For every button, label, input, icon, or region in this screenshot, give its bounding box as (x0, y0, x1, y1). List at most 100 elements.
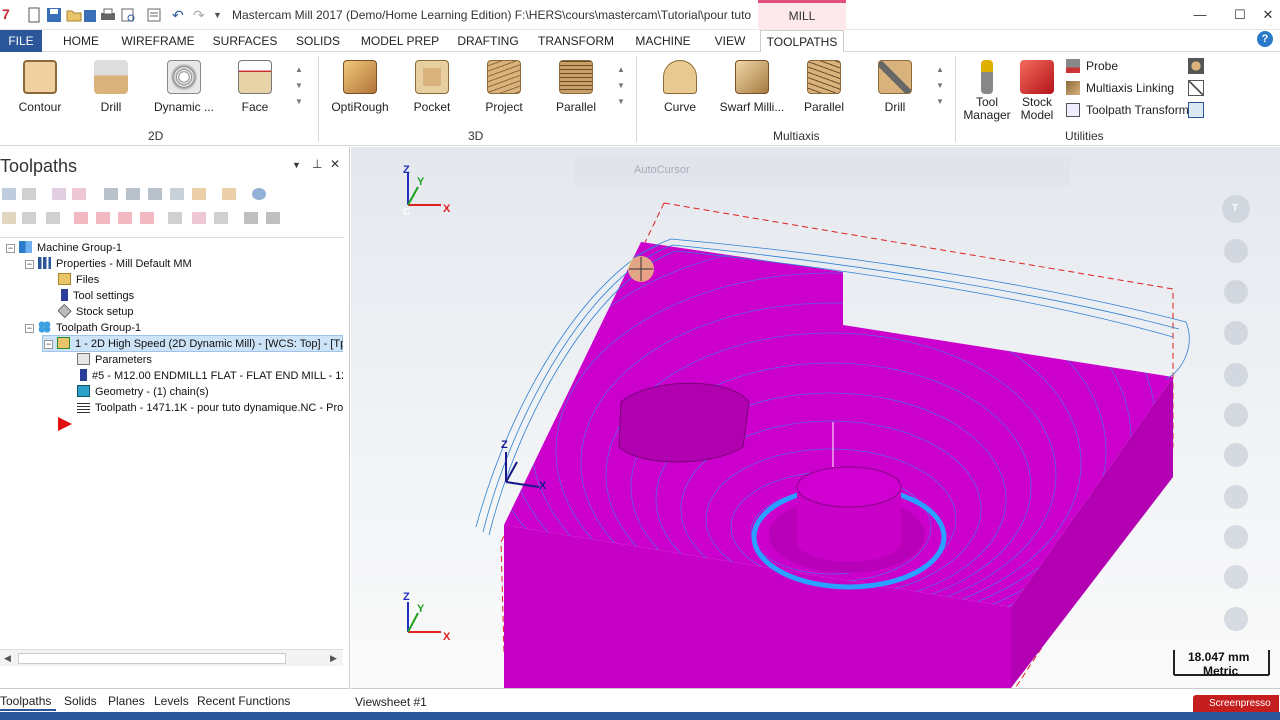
tab-levels-manager[interactable]: Levels (154, 694, 189, 708)
collapse-icon[interactable] (244, 212, 258, 224)
tab-transform[interactable]: TRANSFORM (534, 30, 618, 52)
tab-toolpaths[interactable]: TOOLPATHS (760, 30, 844, 53)
undo-icon[interactable]: ↶ (172, 7, 188, 23)
parallel-multiaxis-button[interactable]: Parallel (796, 60, 852, 114)
parallel-3d-button[interactable]: Parallel (546, 60, 606, 114)
tree-node-tool[interactable]: #5 - M12.00 ENDMILL1 FLAT - FLAT END MIL… (77, 368, 343, 384)
lock-icon[interactable] (2, 212, 16, 224)
tree-node-stock-setup[interactable]: Stock setup (58, 304, 133, 320)
tab-solids[interactable]: SOLIDS (290, 30, 346, 52)
tab-wireframe[interactable]: WIREFRAME (118, 30, 198, 52)
util-extra-icon-1[interactable] (1188, 58, 1204, 74)
display-selected-icon[interactable] (192, 212, 206, 224)
scroll-to-arrow-icon[interactable] (140, 212, 154, 224)
scroll-thumb[interactable] (18, 653, 286, 664)
tab-model-prep[interactable]: MODEL PREP (358, 30, 442, 52)
properties-icon[interactable] (146, 7, 162, 23)
deselect-icon[interactable] (22, 188, 36, 200)
tab-solids-manager[interactable]: Solids (64, 694, 97, 708)
print-icon[interactable] (100, 7, 116, 23)
gallery-3d-scroll[interactable]: ▲ ▼ ▼ (616, 62, 626, 122)
tree-node-geometry[interactable]: Geometry - (1) chain(s) (77, 384, 209, 400)
verify-icon[interactable] (126, 188, 140, 200)
high-feed-icon[interactable] (192, 188, 206, 200)
tab-view[interactable]: VIEW (708, 30, 752, 52)
toggle-posting-icon[interactable] (46, 212, 60, 224)
drill-2d-button[interactable]: Drill (82, 60, 140, 114)
customize-dropdown-icon[interactable]: ▼ (213, 10, 229, 26)
project-button[interactable]: Project (474, 60, 534, 114)
contour-button[interactable]: Contour (10, 60, 70, 114)
tree-node-properties[interactable]: Properties - Mill Default MM (38, 256, 192, 272)
drill-multiaxis-button[interactable]: Drill (868, 60, 922, 114)
scroll-right-icon[interactable]: ▶ (330, 653, 337, 664)
scroll-left-icon[interactable]: ◀ (4, 653, 11, 664)
expand-toggle[interactable]: − (6, 244, 15, 253)
swarf-milling-button[interactable]: Swarf Milli... (716, 60, 788, 114)
gallery-2d-scroll[interactable]: ▲ ▼ ▼ (294, 62, 304, 122)
new-file-icon[interactable] (26, 7, 42, 23)
open-icon[interactable] (66, 7, 82, 23)
help-icon[interactable]: ? (1257, 31, 1273, 47)
maximize-button[interactable]: ☐ (1230, 7, 1250, 23)
insert-arrow-icon[interactable] (118, 212, 132, 224)
panel-pin-icon[interactable]: ⊥ (312, 157, 322, 171)
face-button[interactable]: Face (226, 60, 284, 114)
expand-icon[interactable] (266, 212, 280, 224)
tree-node-files[interactable]: Files (58, 272, 99, 288)
close-button[interactable]: ✕ (1258, 7, 1278, 23)
util-extra-icon-2[interactable] (1188, 80, 1204, 96)
viewsheet-tab[interactable]: Viewsheet #1 (355, 695, 427, 709)
filter-icon[interactable] (214, 212, 228, 224)
toggle-display-icon[interactable] (22, 212, 36, 224)
redo-icon[interactable]: ↷ (193, 7, 209, 23)
expand-toggle[interactable]: − (44, 340, 53, 349)
tab-surfaces[interactable]: SURFACES (210, 30, 280, 52)
multiaxis-linking-button[interactable]: Multiaxis Linking (1066, 81, 1174, 95)
panel-close-icon[interactable]: ✕ (330, 157, 340, 171)
simulate-icon[interactable] (148, 188, 162, 200)
save-as-icon[interactable] (82, 7, 98, 23)
tab-home[interactable]: HOME (56, 30, 106, 52)
tree-horizontal-scrollbar[interactable]: ◀ ▶ (0, 649, 343, 666)
post-icon[interactable] (170, 188, 184, 200)
view-controls[interactable] (1222, 195, 1250, 631)
tree-node-toolpath[interactable]: Toolpath - 1471.1K - pour tuto dynamique… (77, 400, 343, 416)
backplot-icon[interactable] (104, 188, 118, 200)
help-panel-icon[interactable] (252, 188, 266, 200)
gallery-multiaxis-scroll[interactable]: ▲ ▼ ▼ (935, 62, 945, 122)
tab-file[interactable]: FILE (0, 30, 42, 52)
print-preview-icon[interactable] (120, 7, 136, 23)
stock-model-button[interactable]: Stock Model (1014, 60, 1060, 122)
tab-recent-functions[interactable]: Recent Functions (197, 694, 290, 708)
tree-node-machine-group[interactable]: Machine Group-1 (19, 240, 122, 256)
tree-node-tool-settings[interactable]: Tool settings (58, 288, 134, 304)
tool-manager-button[interactable]: Tool Manager (960, 60, 1014, 122)
expand-toggle[interactable]: − (25, 324, 34, 333)
dynamic-button[interactable]: Dynamic ... (150, 60, 218, 114)
curve-button[interactable]: Curve (650, 60, 710, 114)
move-up-icon[interactable] (96, 212, 110, 224)
select-all-icon[interactable] (2, 188, 16, 200)
tab-toolpaths-manager[interactable]: Toolpaths (0, 694, 51, 708)
panel-dropdown-icon[interactable]: ▼ (292, 160, 301, 170)
minimize-button[interactable]: — (1190, 7, 1210, 22)
toolpath-transform-button[interactable]: Toolpath Transform (1066, 103, 1189, 117)
save-icon[interactable] (46, 7, 62, 23)
delete-operations-icon[interactable] (222, 188, 236, 200)
util-extra-icon-3[interactable] (1188, 102, 1204, 118)
regenerate-icon[interactable] (52, 188, 66, 200)
tab-drafting[interactable]: DRAFTING (454, 30, 522, 52)
insert-arrow-icon[interactable] (58, 417, 72, 431)
pocket-button[interactable]: Pocket (402, 60, 462, 114)
probe-button[interactable]: Probe (1066, 59, 1118, 73)
tree-node-toolpath-group[interactable]: Toolpath Group-1 (38, 320, 141, 336)
graphics-viewport[interactable]: AutoCursor Z Y X C Z Y X Z X T 18.047 mm… (351, 147, 1280, 688)
tree-node-parameters[interactable]: Parameters (77, 352, 152, 368)
tab-machine[interactable]: MACHINE (630, 30, 696, 52)
tree-node-operation-1[interactable]: 1 - 2D High Speed (2D Dynamic Mill) - [W… (57, 336, 343, 352)
optirough-button[interactable]: OptiRough (326, 60, 394, 114)
tab-planes-manager[interactable]: Planes (108, 694, 145, 708)
single-selected-icon[interactable] (168, 212, 182, 224)
expand-toggle[interactable]: − (25, 260, 34, 269)
